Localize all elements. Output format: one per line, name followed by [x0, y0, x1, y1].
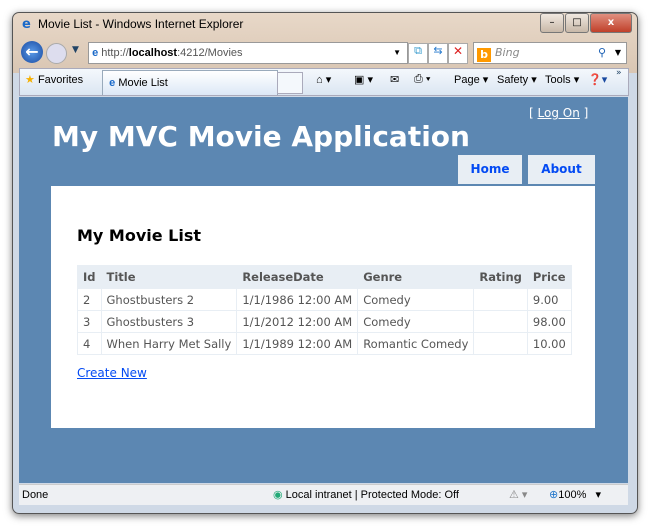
cell-rating [473, 332, 528, 355]
url-prefix: http:// [101, 47, 129, 59]
cell-title: When Harry Met Sally [100, 332, 238, 355]
bing-icon: b [477, 48, 491, 62]
favorites-label: Favorites [37, 74, 84, 86]
zoom-icon: ⊕ [549, 489, 559, 501]
zone-text: Local intranet | Protected Mode: Off [285, 489, 459, 501]
status-bar: Done ◉ Local intranet | Protected Mode: … [19, 484, 628, 505]
col-releasedate: ReleaseDate [236, 265, 359, 289]
cell-id: 2 [77, 288, 102, 311]
page-heading: My Movie List [77, 226, 202, 245]
menu-about[interactable]: About [528, 155, 595, 184]
page-icon: e [92, 47, 99, 59]
ie-logo-icon: e [22, 17, 31, 32]
cell-price: 10.00 [526, 332, 572, 355]
print-button[interactable]: ⎙ ▾ [414, 73, 430, 86]
star-icon: ★ [25, 74, 35, 86]
tools-menu[interactable]: Tools ▾ [545, 73, 579, 86]
popup-blocker-icon[interactable]: ⚠ ▾ [509, 485, 527, 505]
ie-tab-icon: e [109, 77, 116, 89]
movie-table: Id Title ReleaseDate Genre Rating Price … [77, 265, 572, 355]
page-label: Page [454, 74, 480, 86]
back-button[interactable]: ← [21, 41, 43, 63]
cell-price: 98.00 [526, 310, 572, 333]
history-dropdown-icon[interactable]: ▼ [72, 45, 79, 55]
status-text: Done [22, 489, 49, 501]
refresh-icon[interactable]: ⇆ [428, 43, 448, 64]
logon-link[interactable]: Log On [538, 106, 580, 120]
new-tab-button[interactable] [277, 72, 303, 94]
cell-releasedate: 1/1/1986 12:00 AM [236, 288, 359, 311]
site-title: My MVC Movie Application [52, 120, 470, 153]
url-rest: :4212/Movies [177, 47, 243, 59]
logon-area: [ Log On ] [529, 106, 589, 120]
cell-id: 3 [77, 310, 102, 333]
search-dropdown-icon[interactable]: ▼ [615, 43, 621, 63]
zone-indicator[interactable]: ◉ Local intranet | Protected Mode: Off [273, 485, 459, 505]
cell-price: 9.00 [526, 288, 572, 311]
url-host: localhost [128, 47, 178, 59]
col-id: Id [77, 265, 102, 289]
feeds-button[interactable]: ▣ ▾ [354, 73, 373, 86]
compatibility-view-icon[interactable]: ⧉ [408, 43, 428, 64]
col-genre: Genre [357, 265, 475, 289]
create-new-link[interactable]: Create New [77, 366, 147, 380]
safety-label: Safety [497, 74, 529, 86]
safety-menu[interactable]: Safety ▾ [497, 73, 537, 86]
search-icon[interactable]: ⚲ [598, 43, 606, 63]
globe-icon: ◉ [273, 489, 283, 501]
cell-title: Ghostbusters 3 [100, 310, 238, 333]
help-button[interactable]: ❓▾ [588, 73, 607, 86]
close-button[interactable]: x [590, 13, 632, 33]
table-row: 4 When Harry Met Sally 1/1/1989 12:00 AM Ro… [77, 332, 572, 355]
chevron-more-icon[interactable]: » [616, 68, 622, 78]
table-header-row: Id Title ReleaseDate Genre Rating Price [77, 265, 572, 289]
col-title: Title [100, 265, 238, 289]
menu-home[interactable]: Home [458, 155, 522, 184]
tab-label: Movie List [118, 77, 168, 89]
cell-releasedate: 1/1/2012 12:00 AM [236, 310, 359, 333]
window-title: Movie List - Windows Internet Explorer [38, 17, 244, 31]
tools-label: Tools [545, 74, 571, 86]
minimize-button[interactable]: – [540, 13, 564, 33]
col-rating: Rating [473, 265, 528, 289]
search-input[interactable]: b Bing ⚲ ▼ [473, 42, 627, 64]
table-row: 2 Ghostbusters 2 1/1/1986 12:00 AM Comedy 9.… [77, 288, 572, 311]
col-price: Price [526, 265, 572, 289]
search-placeholder: Bing [495, 46, 520, 59]
cell-releasedate: 1/1/1989 12:00 AM [236, 332, 359, 355]
home-button[interactable]: ⌂ ▾ [316, 73, 331, 86]
zoom-level: 100% [558, 489, 587, 501]
tab-movie-list[interactable]: e Movie List [102, 70, 278, 95]
cell-id: 4 [77, 332, 102, 355]
cell-genre: Comedy [357, 288, 475, 311]
zoom-control[interactable]: ⊕100% ▾ [549, 485, 601, 505]
mail-icon[interactable]: ✉ [390, 73, 399, 86]
favorites-button[interactable]: ★ Favorites [25, 73, 83, 86]
cell-rating [473, 288, 528, 311]
forward-button[interactable] [46, 43, 67, 64]
stop-icon[interactable]: ✕ [448, 43, 468, 64]
page-menu[interactable]: Page ▾ [454, 73, 488, 86]
cell-title: Ghostbusters 2 [100, 288, 238, 311]
address-dropdown-icon[interactable]: ▼ [393, 43, 401, 63]
cell-genre: Romantic Comedy [357, 332, 475, 355]
address-bar[interactable]: e http://localhost:4212/Movies ▼ [88, 42, 408, 64]
cell-genre: Comedy [357, 310, 475, 333]
table-row: 3 Ghostbusters 3 1/1/2012 12:00 AM Comedy 98… [77, 310, 572, 333]
cell-rating [473, 310, 528, 333]
maximize-button[interactable]: □ [565, 13, 589, 33]
